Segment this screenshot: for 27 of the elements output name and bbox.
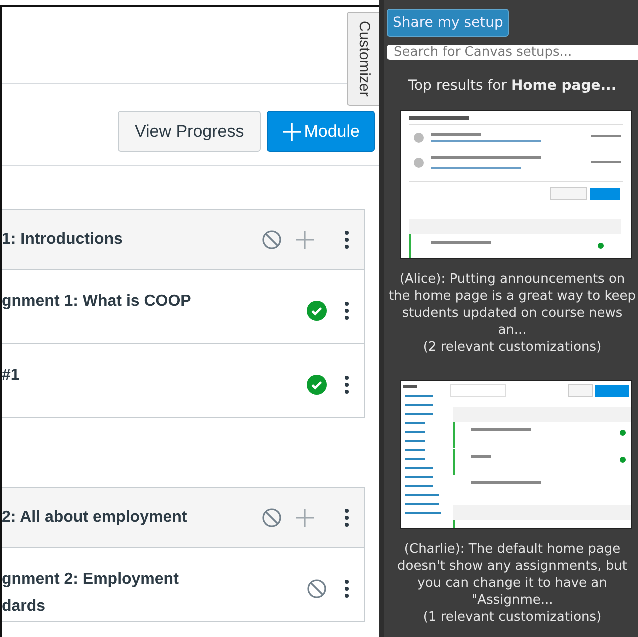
module-title[interactable]: 2: All about employment: [2, 508, 262, 526]
result-description: (Alice): Putting announcements on the home page is a great way to keep students updated on course news an...: [388, 271, 638, 339]
module-item-title[interactable]: gnment 1: What is COOP: [2, 270, 307, 343]
add-module-button[interactable]: Module: [267, 111, 375, 152]
customization-count: (2 relevant customizations): [423, 339, 602, 356]
preview-screenshot[interactable]: [400, 110, 632, 259]
preview-screenshot[interactable]: [400, 380, 632, 529]
results-heading: Top results for Home page...: [407, 78, 618, 94]
search-field[interactable]: Search for Canvas setups...: [387, 45, 638, 60]
customization-count: (1 relevant customizations): [423, 609, 602, 626]
unpublished-icon[interactable]: [262, 508, 282, 528]
customizer-tab[interactable]: Customizer: [347, 12, 379, 106]
module-item-title[interactable]: #1: [2, 344, 307, 417]
module-title[interactable]: 1: Introductions: [2, 230, 262, 248]
module-item-title[interactable]: gnment 2: Employment dards: [2, 548, 307, 621]
more-options-icon[interactable]: [344, 374, 350, 394]
more-options-icon[interactable]: [344, 230, 350, 250]
more-options-icon[interactable]: [344, 300, 350, 320]
more-options-icon[interactable]: [344, 578, 350, 598]
more-options-icon[interactable]: [344, 508, 350, 528]
result-description: (Charlie): The default home page doesn't show any assignments, but you can change it to have an "Assignme...: [396, 541, 629, 609]
unpublished-icon[interactable]: [262, 230, 282, 250]
published-check-icon[interactable]: [307, 374, 327, 394]
view-progress-button[interactable]: View Progress: [118, 111, 262, 152]
unpublished-icon[interactable]: [307, 578, 327, 598]
plus-icon: [282, 122, 302, 142]
published-check-icon[interactable]: [307, 300, 327, 320]
